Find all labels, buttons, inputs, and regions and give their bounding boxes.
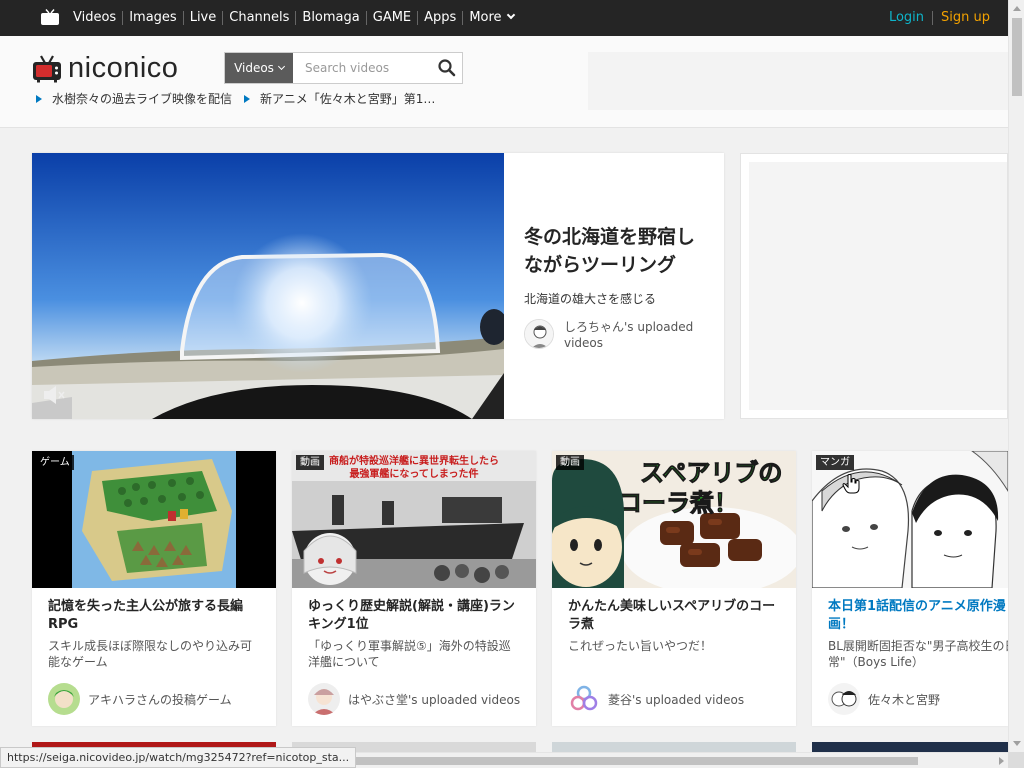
card-description: スキル成長ほぼ際限なしのやり込み可能なゲーム [48,639,253,669]
battleship-image: 商船が特設巡洋艦に異世界転生したら 最強軍艦になってしまった件 [292,451,536,588]
nav-more-label: More [469,10,502,25]
hand-cursor-icon [842,474,860,494]
card-uploader[interactable]: アキハラさんの投稿ゲーム [48,683,232,715]
card-thumbnail: ゲーム [32,451,276,588]
featured-title[interactable]: 冬の北海道を野宿しながらツーリング [524,223,710,279]
uploader-name: 菱谷's uploaded videos [608,692,745,707]
card-uploader[interactable]: 佐々木と宮野 [828,683,940,715]
card-title[interactable]: 記憶を失った主人公が旅する長編RPG [48,598,266,634]
card-description: 「ゆっくり軍事解説⑤」海外の特設巡洋艦について [308,639,511,669]
search-category-label: Videos [234,61,274,75]
category-badge: ゲーム [36,455,74,470]
ticker-text: 水樹奈々の過去ライブ映像を配信 [52,92,233,106]
nav-apps[interactable]: Apps [417,11,462,25]
avatar [524,319,554,349]
thumbnail-caption-line2: コーラ煮！ [618,489,738,517]
thumbnail-caption-line1: 商船が特設巡洋艦に異世界転生したら [329,454,499,467]
search-category-select[interactable]: Videos [225,53,293,83]
scroll-right-arrow-icon[interactable] [999,757,1004,765]
card-title[interactable]: ゆっくり歴史解説(解説・講座)ランキング1位 [308,598,526,634]
ad-placeholder [749,162,1007,410]
next-card-peek [812,742,1008,752]
global-navbar: Videos Images Live Channels Blomaga GAME… [0,0,1014,36]
featured-uploader[interactable]: しろちゃん's uploaded videos [524,319,704,351]
featured-image[interactable] [32,153,504,419]
uploader-name: 佐々木と宮野 [868,692,941,707]
featured-description: 北海道の雄大さを感じる [524,292,657,306]
ticker-item[interactable]: 水樹奈々の過去ライブ映像を配信 [36,90,232,107]
search-input[interactable] [293,53,433,83]
next-card-peek [552,742,796,752]
scroll-up-arrow-icon[interactable] [1013,6,1021,11]
card-uploader[interactable]: 菱谷's uploaded videos [568,683,744,715]
uploader-name: しろちゃん's uploaded videos [564,320,694,350]
header-ad-slot [588,52,1008,110]
chevron-down-icon [506,10,515,20]
card-thumbnail: 商船が特設巡洋艦に異世界転生したら 最強軍艦になってしまった件 動画 [292,451,536,588]
spare-ribs-image: スペアリブの コーラ煮！ [552,451,796,588]
side-ad-slot [740,153,1008,419]
uploader-name: はやぶさ堂's uploaded videos [348,692,521,707]
news-ticker: 水樹奈々の過去ライブ映像を配信 新アニメ「佐々木と宮野」第1… [36,90,447,107]
niconico-logo[interactable]: niconico [32,52,178,85]
triangle-right-icon [36,94,42,103]
nav-game[interactable]: GAME [365,11,417,25]
signup-link[interactable]: Sign up [932,11,998,25]
site-header: niconico Videos 水樹奈々の過去ライブ映像を配信 新アニメ「佐々木… [0,36,1008,128]
ticker-text: 新アニメ「佐々木と宮野」第1… [260,92,436,106]
thumbnail-caption-line1: スペアリブの [640,459,782,487]
category-badge: マンガ [816,455,854,470]
category-badge: 動画 [296,455,324,470]
avatar [48,683,80,715]
auth-links: Login Sign up [881,0,998,36]
card-description: BL展開断固拒否な"男子高校生の日常"（Boys Life） [828,639,1008,669]
avatar [308,683,340,715]
chevron-down-icon [277,62,285,70]
rpg-map-image [32,451,276,588]
content-card[interactable]: 商船が特設巡洋艦に異世界転生したら 最強軍艦になってしまった件 動画 ゆっくり歴… [292,451,536,726]
scroll-down-arrow-icon[interactable] [1013,741,1021,746]
status-bar-url: https://seiga.nicovideo.jp/watch/mg32547… [0,747,357,768]
avatar [568,683,600,715]
service-nav: Videos Images Live Channels Blomaga GAME… [67,0,520,36]
scrollbar-corner [1008,752,1024,768]
vertical-scrollbar[interactable] [1008,0,1024,752]
manga-art-image [812,451,1008,588]
nav-more[interactable]: More [462,11,519,25]
card-title[interactable]: かんたん美味しいスペアリブのコーラ煮 [568,598,786,634]
scrollbar-thumb[interactable] [1012,18,1022,96]
category-badge: 動画 [556,455,584,470]
ticker-item[interactable]: 新アニメ「佐々木と宮野」第1… [244,90,435,107]
niconico-tv-icon[interactable] [40,9,60,26]
avatar [828,683,860,715]
search-icon[interactable] [432,53,462,83]
motorcycle-windshield-image [32,153,504,419]
nav-images[interactable]: Images [122,11,183,25]
logo-tv-icon [33,54,61,82]
content-card[interactable]: ゲーム 記憶を失った主人公が旅する長編RPG スキル成長ほぼ際限なしのやり込み可… [32,451,276,726]
thumbnail-caption-line2: 最強軍艦になってしまった件 [349,467,478,480]
card-thumbnail: マンガ [812,451,1008,588]
triangle-right-icon [244,94,251,103]
login-link[interactable]: Login [881,11,932,25]
content-card[interactable]: スペアリブの コーラ煮！ 動画 かんたん美味しいスペアリブのコーラ煮 これぜった… [552,451,796,726]
uploader-name: アキハラさんの投稿ゲーム [88,692,232,707]
card-title[interactable]: 本日第1話配信のアニメ原作漫画！ [828,598,1008,634]
nav-videos[interactable]: Videos [67,11,122,25]
card-thumbnail: スペアリブの コーラ煮！ 動画 [552,451,796,588]
logo-wordmark: niconico [68,52,179,84]
card-description: これぜったい旨いやつだ！ [568,639,713,653]
card-uploader[interactable]: はやぶさ堂's uploaded videos [308,683,520,715]
nav-channels[interactable]: Channels [222,11,295,25]
search-box: Videos [224,52,463,84]
featured-banner[interactable]: 冬の北海道を野宿しながらツーリング 北海道の雄大さを感じる しろちゃん's up… [32,153,724,419]
nav-blomaga[interactable]: Blomaga [295,11,365,25]
nav-live[interactable]: Live [182,11,223,25]
